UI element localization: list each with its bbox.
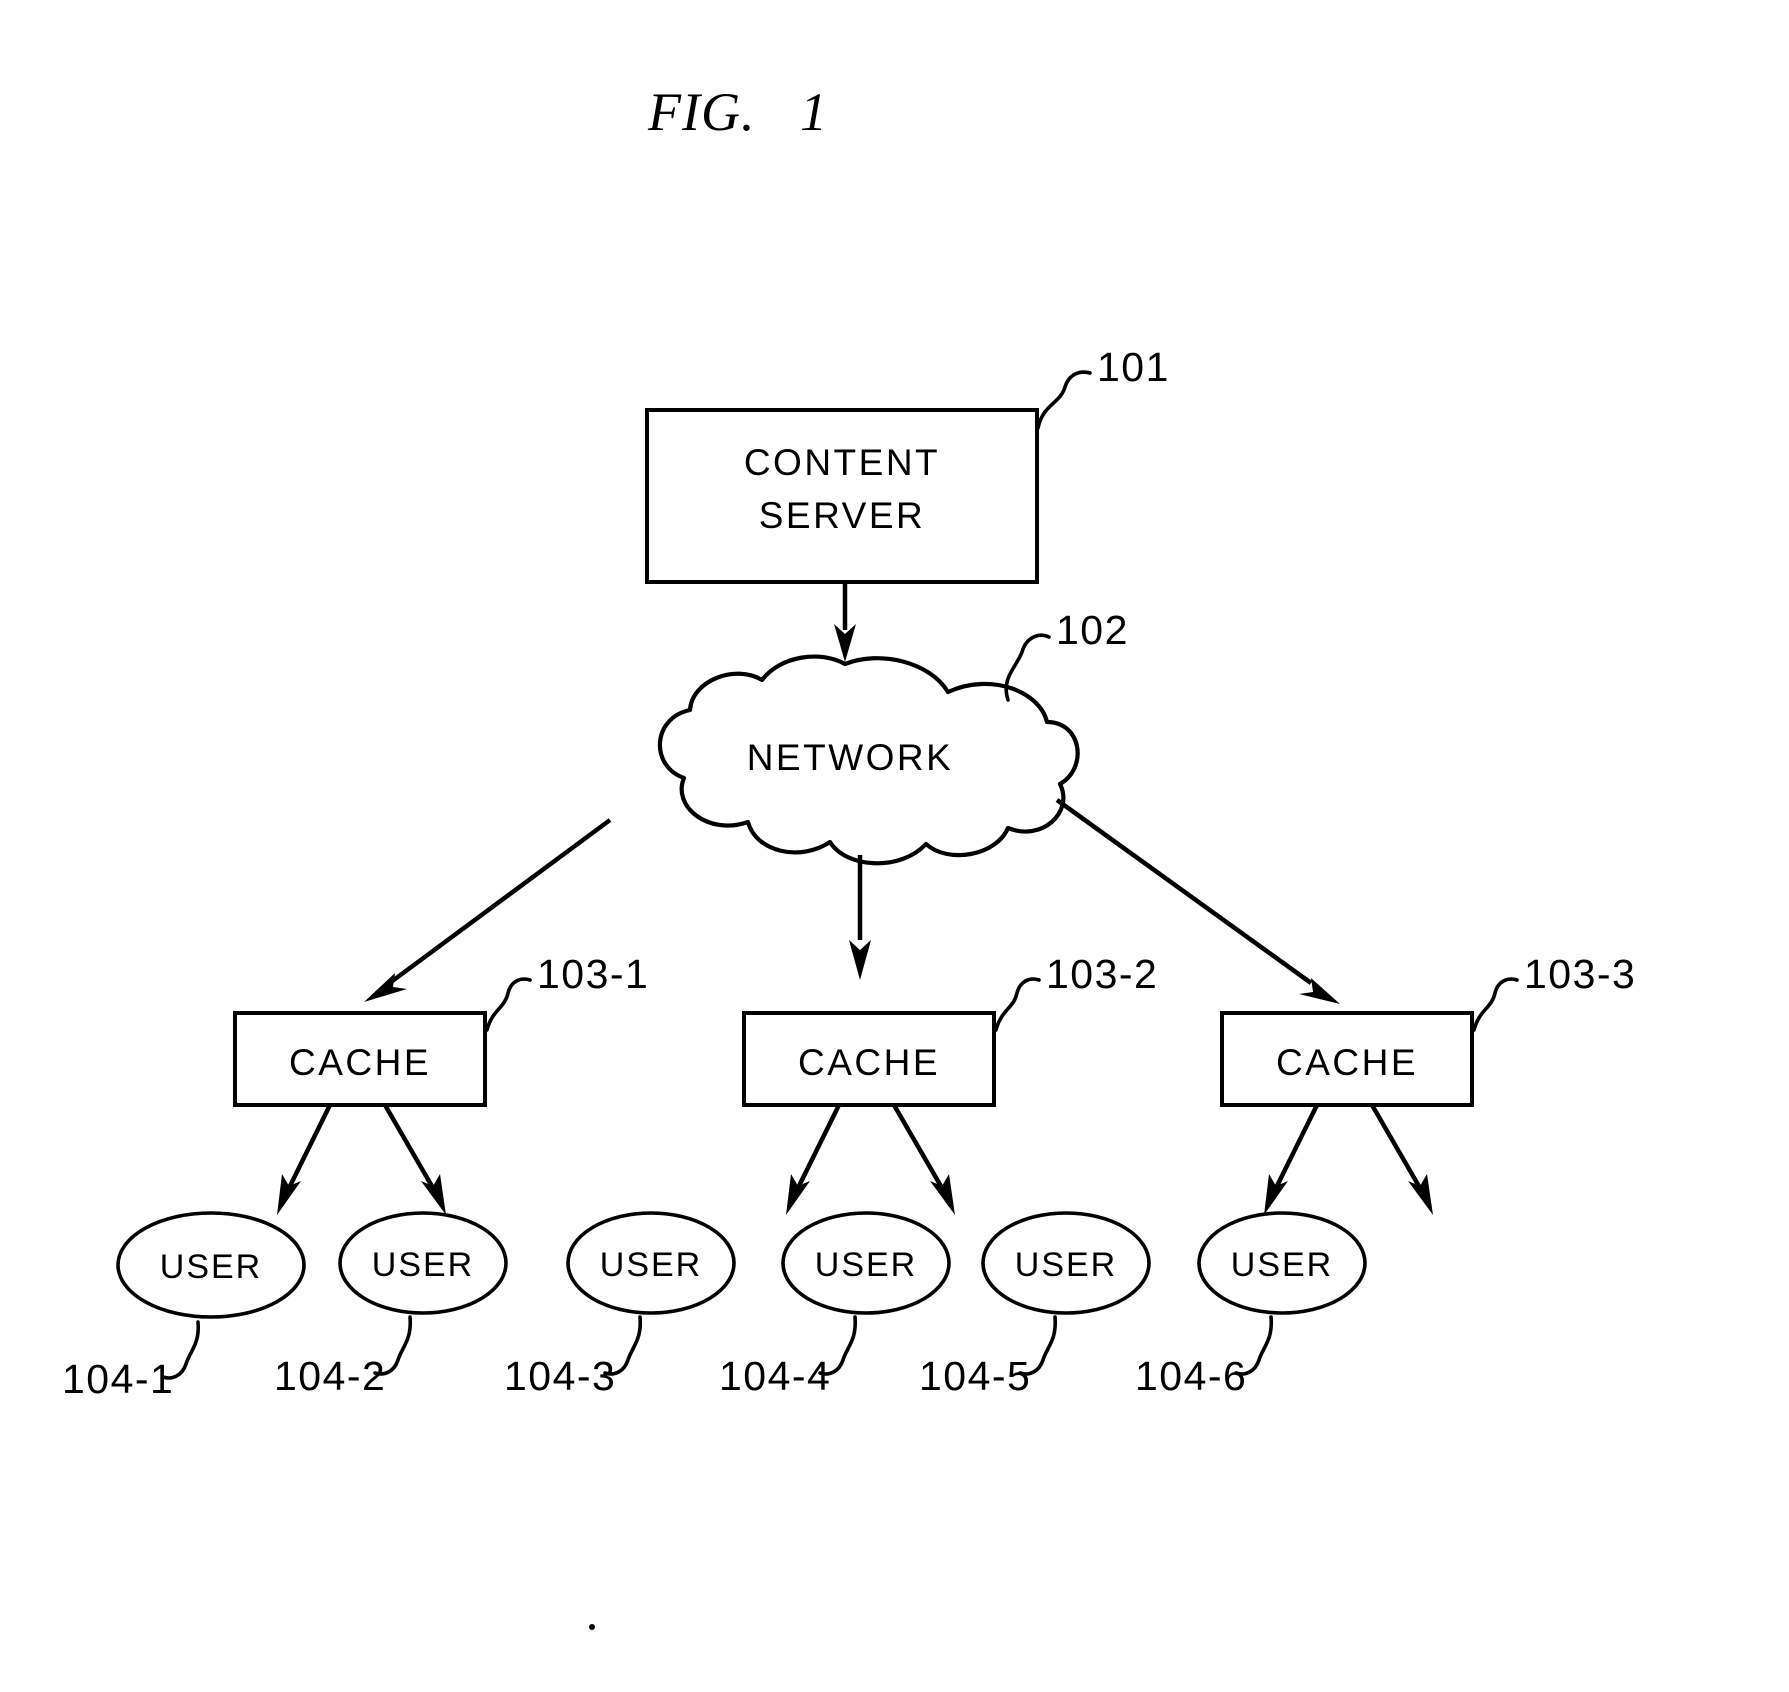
- user-label-4: USER: [815, 1246, 917, 1284]
- user-ref-number-2: 104-2: [274, 1353, 386, 1399]
- cache-1-to-user-2-line: [383, 1103, 435, 1190]
- content-server-label-line2: SERVER: [759, 495, 926, 536]
- page-speck: [589, 1624, 595, 1630]
- cache-node-3: CACHE 103-3: [1220, 951, 1636, 1107]
- user-ref-number-4: 104-4: [719, 1353, 831, 1399]
- user-node-3: USER 104-3: [504, 1211, 736, 1399]
- user-ref-number-5: 104-5: [919, 1353, 1031, 1399]
- cache-node-2: CACHE 103-2: [742, 951, 1158, 1107]
- figure-1-diagram: FIG. 1 CONTENT SERVER 101 NETWORK 102 CA…: [62, 82, 1636, 1630]
- network-ref-number: 102: [1056, 607, 1129, 653]
- patent-figure-page: FIG. 1 CONTENT SERVER 101 NETWORK 102 CA…: [0, 0, 1789, 1692]
- user-node-2: USER 104-2: [274, 1211, 508, 1399]
- user-label-5: USER: [1015, 1246, 1117, 1284]
- cache-3-to-user-5-line: [1273, 1104, 1320, 1189]
- user-label-2: USER: [372, 1246, 474, 1284]
- cache-1-to-user-1-line: [286, 1104, 333, 1189]
- network-label: NETWORK: [747, 737, 954, 778]
- user-ref-number-3: 104-3: [504, 1353, 616, 1399]
- network-to-cache-arrows: [364, 798, 1340, 1004]
- figure-title-text: FIG.: [647, 82, 755, 142]
- user-label-1: USER: [160, 1248, 262, 1286]
- user-node-6: USER 104-6: [1135, 1211, 1367, 1399]
- content-server-label-line1: CONTENT: [744, 442, 940, 483]
- figure-number-text: 1: [800, 82, 828, 142]
- cache-label-3: CACHE: [1276, 1042, 1418, 1083]
- cache-2-to-user-3-line: [795, 1104, 842, 1189]
- cache-2-leader-line: [994, 977, 1041, 1032]
- network-node: NETWORK 102: [657, 607, 1129, 866]
- content-server-leader-line: [1036, 370, 1092, 430]
- content-server-node: CONTENT SERVER 101: [645, 344, 1170, 584]
- cache-ref-number-3: 103-3: [1524, 951, 1636, 997]
- user-node-5: USER 104-5: [919, 1211, 1151, 1399]
- user-node-4: USER 104-4: [719, 1211, 951, 1399]
- cache-2-to-user-4-line: [892, 1103, 944, 1190]
- cache-3-to-user-6-line: [1370, 1103, 1422, 1190]
- cache-ref-number-1: 103-1: [537, 951, 649, 997]
- content-server-ref-number: 101: [1097, 344, 1170, 390]
- user-node-1: USER 104-1: [62, 1211, 306, 1402]
- server-to-network-arrow: [834, 582, 856, 662]
- user-ref-number-1: 104-1: [62, 1356, 174, 1402]
- cache-node-1: CACHE 103-1: [233, 951, 649, 1107]
- user-label-3: USER: [600, 1246, 702, 1284]
- cache-label-1: CACHE: [289, 1042, 431, 1083]
- cache-ref-number-2: 103-2: [1046, 951, 1158, 997]
- cache-1-leader-line: [485, 977, 532, 1032]
- cache-to-user-arrows: [277, 1103, 1433, 1215]
- user-ref-number-6: 104-6: [1135, 1353, 1247, 1399]
- cache-label-2: CACHE: [798, 1042, 940, 1083]
- cache-3-leader-line: [1472, 977, 1519, 1032]
- user-label-6: USER: [1231, 1246, 1333, 1284]
